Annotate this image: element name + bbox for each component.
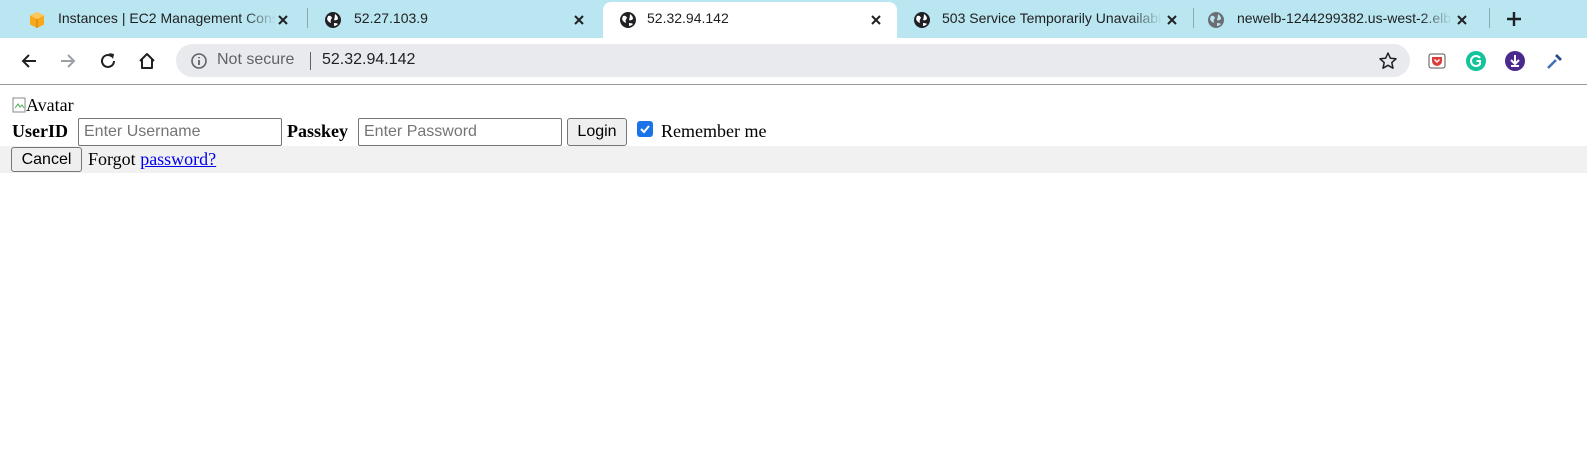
avatar-alt-text: Avatar <box>26 95 74 115</box>
url-text[interactable]: 52.32.94.142 <box>322 51 415 69</box>
tab-503-service-unavailable[interactable]: 503 Service Temporarily Unavailable <box>897 2 1193 38</box>
globe-icon <box>1208 12 1224 28</box>
tab-ec2-instances[interactable]: Instances | EC2 Management Console <box>6 2 304 38</box>
tab-title: 503 Service Temporarily Unavailable <box>942 10 1162 26</box>
info-icon[interactable] <box>190 52 208 70</box>
page-content: Avatar UserID Passkey Login Remember me … <box>0 85 1587 456</box>
plus-icon <box>1507 12 1521 26</box>
extension-eyedropper[interactable] <box>1544 50 1566 72</box>
tab-title: 52.32.94.142 <box>647 10 729 26</box>
download-icon <box>1505 51 1525 71</box>
tab-52-32-94-142[interactable]: 52.32.94.142 <box>603 2 897 38</box>
reload-icon <box>101 53 115 68</box>
divider <box>310 52 311 70</box>
globe-icon <box>620 12 636 28</box>
forward-button[interactable] <box>55 48 81 74</box>
close-icon[interactable] <box>1453 11 1471 29</box>
close-icon[interactable] <box>274 11 292 29</box>
login-button[interactable]: Login <box>567 118 627 146</box>
avatar-image: Avatar <box>12 95 74 116</box>
forgot-password-link[interactable]: password? <box>140 149 216 169</box>
globe-icon <box>914 12 930 28</box>
broken-image-icon <box>12 97 26 113</box>
security-status[interactable]: Not secure <box>217 51 294 69</box>
forgot-password-text: Forgot password? <box>88 149 216 170</box>
back-button[interactable] <box>16 48 42 74</box>
close-icon[interactable] <box>570 11 588 29</box>
tab-strip: Instances | EC2 Management Console 52.27… <box>0 0 1587 38</box>
pocket-icon <box>1428 53 1446 69</box>
address-bar[interactable]: Not secure 52.32.94.142 <box>176 44 1410 77</box>
globe-icon <box>325 12 341 28</box>
tab-52-27-103-9[interactable]: 52.27.103.9 <box>302 2 600 38</box>
cancel-button[interactable]: Cancel <box>11 147 82 172</box>
username-input[interactable] <box>78 118 282 146</box>
star-icon[interactable] <box>1378 51 1398 71</box>
tab-title: newelb-1244299382.us-west-2.elb.amazonaw… <box>1237 10 1452 26</box>
tab-newelb[interactable]: newelb-1244299382.us-west-2.elb.amazonaw… <box>1193 2 1489 38</box>
close-icon[interactable] <box>867 11 885 29</box>
tab-title: Instances | EC2 Management Console <box>58 10 276 26</box>
userid-label: UserID <box>12 121 68 141</box>
home-button[interactable] <box>134 48 160 74</box>
tab-title: 52.27.103.9 <box>354 10 428 26</box>
arrow-left-icon <box>21 54 36 68</box>
close-icon[interactable] <box>1163 11 1181 29</box>
reload-button[interactable] <box>95 48 121 74</box>
browser-toolbar: Not secure 52.32.94.142 <box>0 38 1587 85</box>
forgot-label: Forgot <box>88 149 136 169</box>
password-input[interactable] <box>358 118 562 146</box>
new-tab-button[interactable] <box>1499 5 1529 33</box>
remember-label: Remember me <box>661 121 767 141</box>
aws-box-icon <box>30 12 44 28</box>
passkey-label: Passkey <box>287 121 349 141</box>
extension-pocket[interactable] <box>1426 50 1448 72</box>
remember-checkbox[interactable] <box>637 121 653 137</box>
grammarly-icon <box>1466 51 1486 71</box>
arrow-right-icon <box>61 54 76 68</box>
form-footer <box>0 146 1587 173</box>
eyedropper-icon <box>1547 54 1562 69</box>
checkmark-icon <box>640 125 650 134</box>
extension-grammarly[interactable] <box>1465 50 1487 72</box>
tab-separator <box>1489 8 1490 28</box>
home-icon <box>139 53 155 69</box>
extension-downloader[interactable] <box>1504 50 1526 72</box>
